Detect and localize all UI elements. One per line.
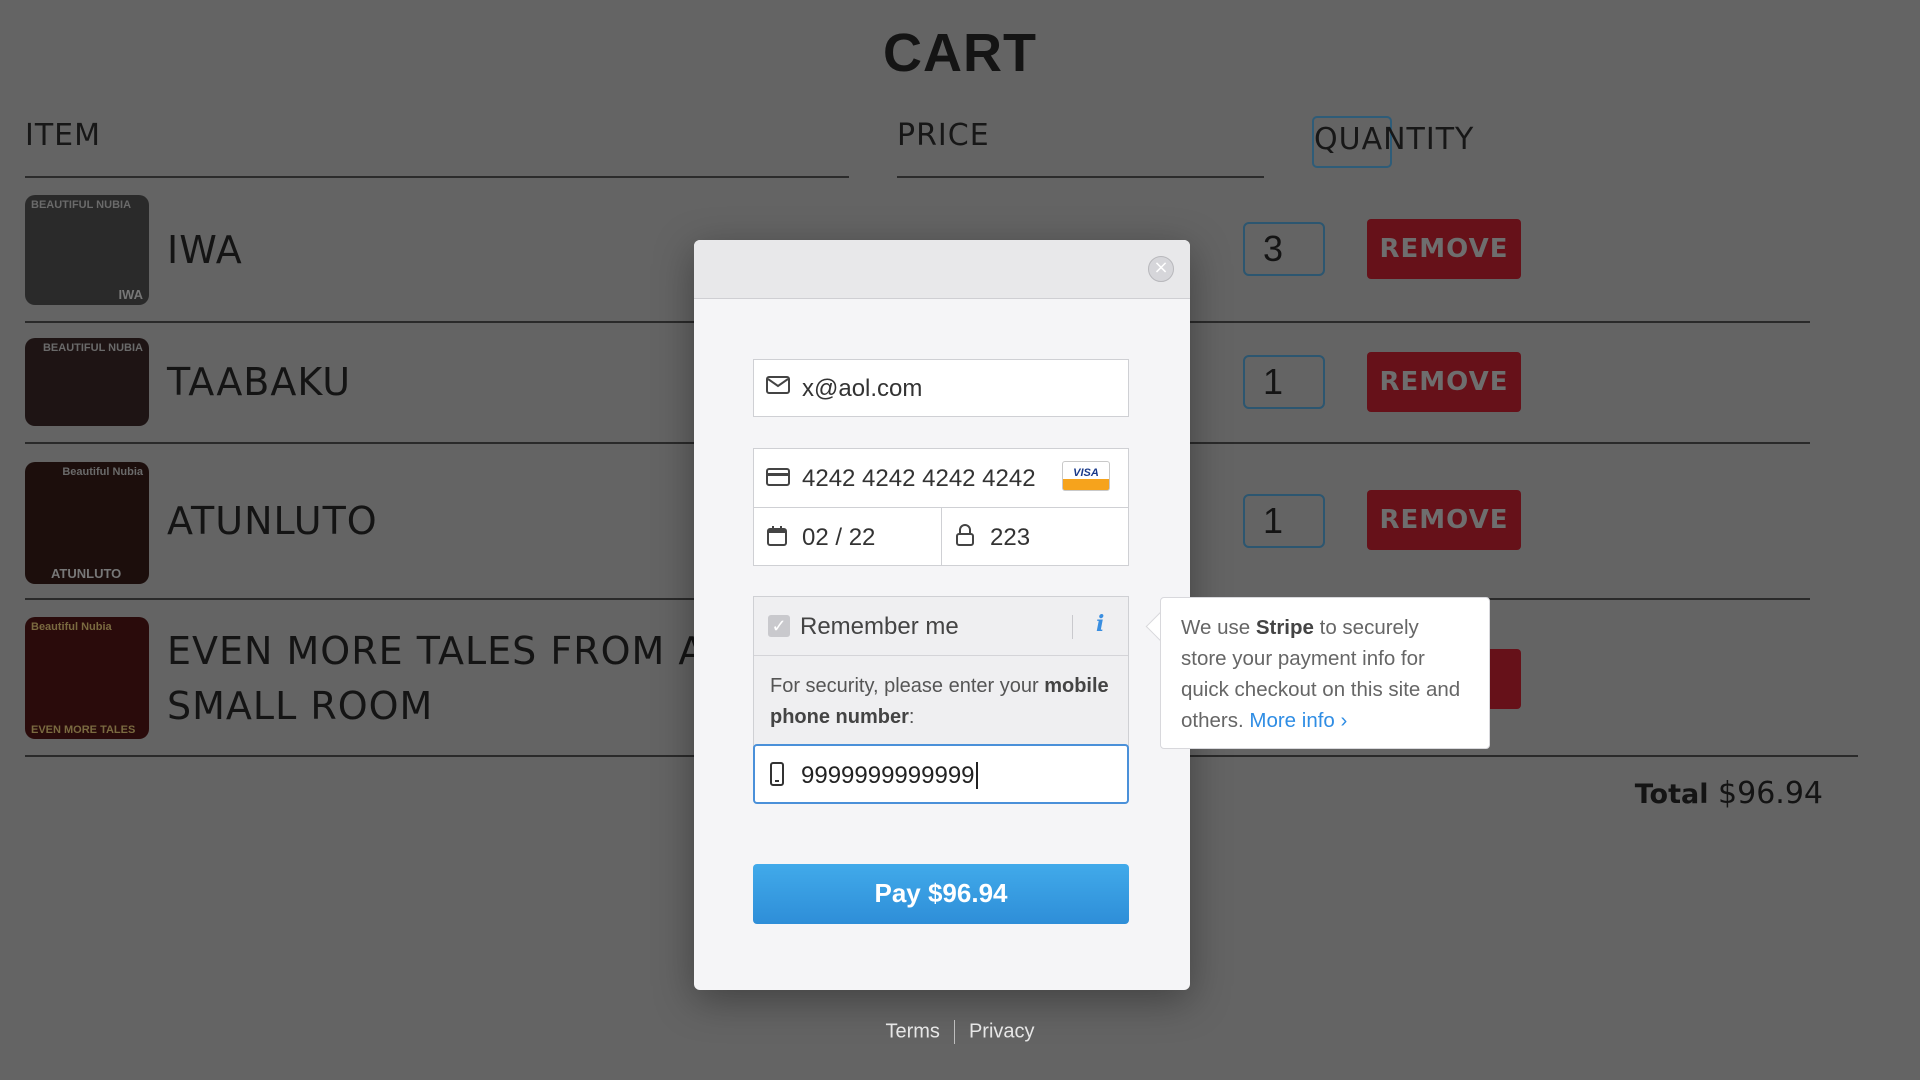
album-thumbnail: BEAUTIFUL NUBIA bbox=[25, 338, 149, 426]
phone-value: 9999999999999 bbox=[801, 762, 978, 790]
thumbnail-caption: EVEN MORE TALES bbox=[31, 724, 136, 736]
cvc-field[interactable]: 223 bbox=[941, 507, 1129, 566]
thumbnail-caption: ATUNLUTO bbox=[51, 566, 122, 581]
terms-link[interactable]: Terms bbox=[885, 1020, 939, 1042]
cvc-value: 223 bbox=[990, 524, 1031, 551]
item-name: TAABAKU bbox=[167, 360, 352, 404]
stripe-info-tooltip: We use Stripe to securely store your pay… bbox=[1160, 597, 1490, 749]
album-thumbnail: BEAUTIFUL NUBIA IWA bbox=[25, 195, 149, 305]
quantity-input[interactable]: 1 bbox=[1243, 355, 1325, 409]
close-icon[interactable]: × bbox=[1148, 256, 1174, 282]
column-header-item: ITEM bbox=[25, 118, 102, 153]
remove-button[interactable]: REMOVE bbox=[1367, 219, 1521, 279]
divider bbox=[754, 655, 1128, 656]
expiry-field[interactable]: 02 / 22 bbox=[753, 507, 942, 566]
modal-header: × bbox=[694, 240, 1190, 299]
credit-card-icon bbox=[766, 466, 790, 494]
cart-total: Total $96.94 bbox=[1635, 776, 1823, 811]
email-value: x@aol.com bbox=[802, 375, 923, 402]
info-icon[interactable]: i bbox=[1096, 611, 1104, 637]
phone-field[interactable]: 9999999999999 bbox=[753, 744, 1129, 804]
header-divider bbox=[897, 176, 1264, 178]
remove-button[interactable]: REMOVE bbox=[1367, 490, 1521, 550]
album-thumbnail: Beautiful Nubia ATUNLUTO bbox=[25, 462, 149, 584]
more-info-link[interactable]: More info › bbox=[1249, 709, 1347, 732]
thumbnail-caption: IWA bbox=[118, 287, 143, 302]
divider bbox=[1072, 615, 1073, 639]
security-message: For security, please enter your mobile p… bbox=[770, 675, 1109, 728]
card-number-field[interactable]: 4242 4242 4242 4242 VISA bbox=[753, 448, 1129, 507]
header-divider bbox=[25, 176, 849, 178]
card-number-value: 4242 4242 4242 4242 bbox=[802, 465, 1036, 492]
column-header-price: PRICE bbox=[897, 118, 990, 153]
pay-button[interactable]: Pay $96.94 bbox=[753, 864, 1129, 924]
divider bbox=[953, 1020, 955, 1044]
lock-icon bbox=[954, 523, 976, 554]
item-name: ATUNLUTO bbox=[167, 499, 378, 543]
item-name: IWA bbox=[167, 228, 243, 272]
total-label: Total bbox=[1634, 779, 1709, 810]
thumbnail-caption: BEAUTIFUL NUBIA bbox=[42, 342, 143, 354]
quantity-input[interactable]: 1 bbox=[1243, 494, 1325, 548]
expiry-value: 02 / 22 bbox=[802, 524, 876, 551]
quantity-input[interactable]: 3 bbox=[1243, 222, 1325, 276]
remember-me-checkbox[interactable]: ✓ bbox=[768, 615, 790, 637]
checkout-modal: × x@aol.com 4242 4242 4242 4242 VISA 02 … bbox=[694, 240, 1190, 990]
item-name-line: EVEN MORE TALES FROM A bbox=[167, 629, 706, 673]
modal-footer-links: Terms Privacy bbox=[0, 1020, 1920, 1044]
remove-button[interactable]: REMOVE bbox=[1367, 352, 1521, 412]
thumbnail-caption: BEAUTIFUL NUBIA bbox=[31, 199, 132, 211]
column-header-quantity: QUANTITY bbox=[1314, 122, 1475, 157]
calendar-icon bbox=[766, 525, 788, 554]
album-thumbnail: Beautiful Nubia EVEN MORE TALES bbox=[25, 617, 149, 739]
mobile-phone-icon bbox=[769, 762, 785, 793]
thumbnail-caption: Beautiful Nubia bbox=[62, 466, 143, 478]
remember-me-label[interactable]: Remember me bbox=[800, 613, 959, 641]
thumbnail-caption: Beautiful Nubia bbox=[31, 621, 112, 633]
item-name-line: SMALL ROOM bbox=[167, 684, 434, 728]
visa-icon: VISA bbox=[1062, 461, 1110, 491]
privacy-link[interactable]: Privacy bbox=[969, 1020, 1035, 1042]
total-value: $96.94 bbox=[1718, 776, 1823, 811]
envelope-icon bbox=[766, 374, 790, 402]
page-title: CART bbox=[883, 23, 1037, 83]
email-field[interactable]: x@aol.com bbox=[753, 359, 1129, 417]
